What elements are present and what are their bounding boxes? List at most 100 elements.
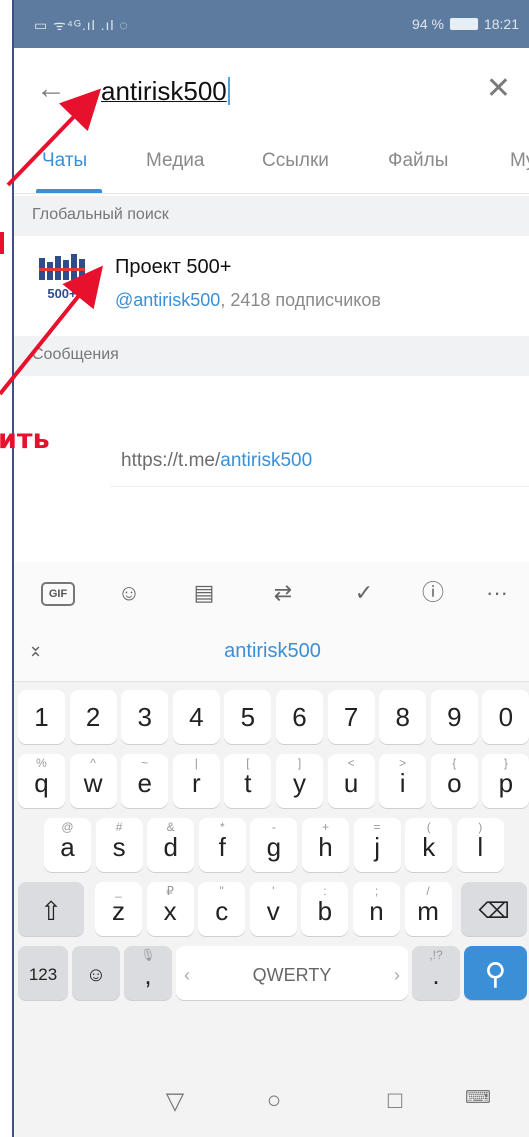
comma-key[interactable]: 🎙, (124, 946, 172, 1000)
letter-p-key[interactable]: } p (482, 754, 529, 808)
letter-m-key[interactable]: / m (404, 882, 452, 936)
number-1-key[interactable]: 1 (18, 690, 65, 744)
tab-music[interactable]: My (510, 150, 529, 172)
letter-b-key[interactable]: :b (301, 882, 349, 936)
subscriber-count: , 2418 подписчиков (220, 290, 381, 310)
back-nav-icon[interactable]: ▽ (155, 1087, 195, 1116)
letter-y-key[interactable]: ] y (276, 754, 323, 808)
letter-t-key[interactable]: [t (224, 754, 272, 808)
more-icon[interactable]: ··· (480, 578, 514, 608)
recents-nav-icon[interactable]: □ (375, 1087, 415, 1115)
key-symbol-hint: } (503, 756, 508, 770)
clipboard-icon[interactable]: ▤ (187, 578, 221, 608)
number-0-key[interactable]: 0 (482, 690, 529, 744)
key-symbol-hint: ₽ (166, 884, 174, 898)
letter-f-key[interactable]: * f (198, 818, 246, 872)
keyboard-toolbar: GIF ☺ ▤ ⇄ ✓ ⓘ ··· (14, 562, 529, 624)
tab-chats[interactable]: Чаты (42, 150, 87, 172)
emoji-key[interactable]: ☺ (72, 946, 120, 1000)
letter-d-key[interactable]: & d (147, 818, 195, 872)
number-9-key[interactable]: 9 (430, 690, 478, 744)
close-icon[interactable]: ✕ (486, 74, 511, 104)
letter-q-key[interactable]: % q (18, 754, 65, 808)
key-label: z (112, 896, 125, 926)
key-symbol-hint: ^ (90, 756, 96, 770)
key-symbol-hint: ( (426, 820, 431, 834)
search-header: ← antirisk500 ✕ (14, 48, 529, 136)
letter-x-key[interactable]: ₽ x (146, 882, 194, 936)
translate-icon[interactable]: ⇄ (266, 578, 300, 608)
number-7-key[interactable]: 7 (327, 690, 375, 744)
key-label: u (343, 768, 359, 798)
back-arrow-icon[interactable]: ← (36, 74, 66, 104)
letter-s-key[interactable]: # s (95, 818, 143, 872)
key-label: 5 (240, 702, 256, 732)
channel-subtitle: @antirisk500, 2418 подписчиков (115, 290, 381, 311)
key-symbol-hint: ' (272, 884, 275, 898)
message-link[interactable]: https://t.me/antirisk500 (121, 450, 312, 472)
number-6-key[interactable]: 6 (276, 690, 323, 744)
channel-handle: @antirisk500 (115, 290, 221, 310)
sticker-icon[interactable]: ☺ (112, 578, 146, 608)
keyboard: GIF ☺ ▤ ⇄ ✓ ⓘ ··· ⌄ ⌃ antirisk500 1234567… (14, 562, 529, 1137)
key-label: 6 (292, 702, 307, 732)
period-key[interactable]: ,!?. (412, 946, 460, 1000)
key-symbol-hint: # (115, 820, 123, 834)
letter-r-key[interactable]: | r (172, 754, 220, 808)
period-sub-label: ,!? (429, 948, 443, 962)
letter-i-key[interactable]: > i (379, 754, 427, 808)
key-label: 4 (189, 702, 204, 732)
active-tab-indicator (36, 189, 102, 193)
handwriting-icon[interactable]: ✓ (347, 578, 381, 608)
letter-l-key[interactable]: ) l (456, 818, 504, 872)
letter-e-key[interactable]: ~ e (121, 754, 169, 808)
letter-z-key[interactable]: _ z (95, 882, 142, 936)
navigation-bar: ▽ ○ □ ⌨ (14, 1069, 529, 1137)
gif-button[interactable]: GIF (41, 582, 75, 606)
key-symbol-hint: { (452, 756, 457, 770)
signal-indicators: ▭ ᯤ⁴ᴳ.ıl .ıl ◌ (34, 17, 129, 33)
tab-files[interactable]: Файлы (388, 150, 448, 172)
letter-j-key[interactable]: = j (353, 818, 401, 872)
period-label: . (432, 960, 440, 990)
suggestion-word[interactable]: antirisk500 (14, 640, 529, 663)
letter-n-key[interactable]: ; n (353, 882, 400, 936)
number-8-key[interactable]: 8 (379, 690, 427, 744)
letter-g-key[interactable]: -g (250, 818, 298, 872)
letter-c-key[interactable]: " c (198, 882, 246, 936)
letter-w-key[interactable]: ^ w (69, 754, 117, 808)
letter-h-key[interactable]: + h (302, 818, 349, 872)
tab-links[interactable]: Ссылки (262, 150, 329, 172)
number-2-key[interactable]: 2 (69, 690, 117, 744)
letter-v-key[interactable]: ' v (249, 882, 297, 936)
number-4-key[interactable]: 4 (172, 690, 220, 744)
key-label: y (293, 768, 306, 798)
key-symbol-hint: < (347, 756, 355, 770)
battery-percent: 94 % (412, 16, 444, 32)
shift-key[interactable]: ⇧ (18, 882, 84, 936)
letter-k-key[interactable]: (k (405, 818, 453, 872)
key-symbol-hint: & (166, 820, 175, 834)
letter-o-key[interactable]: {o (430, 754, 478, 808)
key-label: d (163, 832, 178, 862)
status-right: 94 % 18:21 (412, 16, 519, 32)
letter-a-key[interactable]: @ a (44, 818, 91, 872)
key-symbol-hint: = (373, 820, 381, 834)
number-3-key[interactable]: 3 (121, 690, 169, 744)
key-label: a (60, 832, 75, 862)
number-5-key[interactable]: 5 (224, 690, 272, 744)
channel-result[interactable]: 500+ Проект 500+ @antirisk500, 2418 подп… (14, 236, 529, 336)
search-input[interactable]: antirisk500 (101, 76, 230, 107)
key-label: q (34, 768, 49, 798)
key-symbol-hint: [ (246, 756, 250, 770)
space-key[interactable]: ‹ QWERTY › (176, 946, 408, 1000)
keyboard-hide-icon[interactable]: ⌨ (458, 1087, 498, 1108)
search-key[interactable]: ⚲ (464, 946, 527, 1000)
tab-media[interactable]: Медиа (146, 150, 204, 172)
key-label: i (399, 768, 406, 798)
numbers-switch-key[interactable]: 123 (18, 946, 68, 1000)
backspace-key[interactable]: ⌫ (461, 882, 527, 936)
info-icon[interactable]: ⓘ (416, 578, 450, 608)
letter-u-key[interactable]: < u (327, 754, 375, 808)
home-nav-icon[interactable]: ○ (254, 1087, 294, 1115)
